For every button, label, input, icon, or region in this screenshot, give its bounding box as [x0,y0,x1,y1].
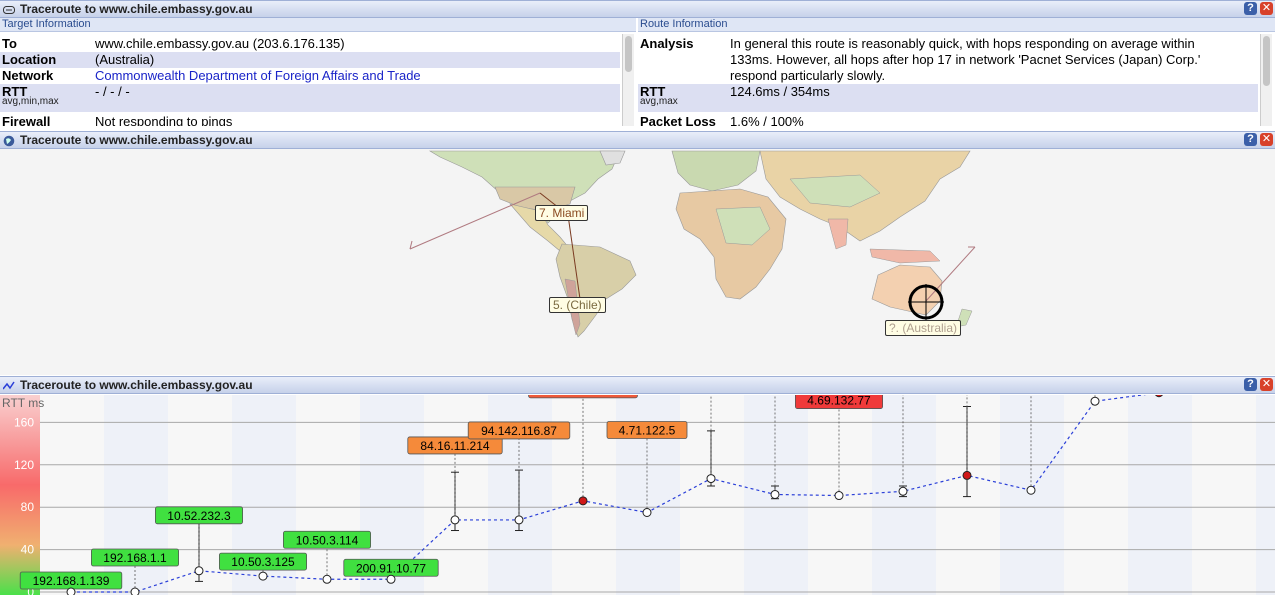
target-row-rtt: RTT avg,min,max - / - / - [0,84,620,112]
hop-point [386,574,396,584]
row-key: Network [2,68,54,83]
world-map[interactable]: 7. Miami 5. (Chile) ?. (Australia) [0,149,1275,375]
route-info-table: Analysis In general this route is reason… [638,34,1275,126]
map-label-chile[interactable]: 5. (Chile) [549,297,606,313]
row-value: 1.6% / 100% [730,114,804,126]
analysis-line: 133ms. However, all hops after hop 17 in… [730,52,1201,67]
hop-label: 192.168.1.139 [33,574,110,588]
close-button[interactable]: ✕ [1260,2,1273,15]
map-panel-title: Traceroute to www.chile.embassy.gov.au [20,133,253,147]
target-info-table: To www.chile.embassy.gov.au (203.6.176.1… [0,34,636,126]
row-value: - / - / - [95,84,130,99]
row-subkey: avg,max [640,96,678,107]
hop-label: 84.16.11.214 [420,439,490,453]
help-button[interactable]: ? [1244,133,1257,146]
hop-label: 192.168.1.1 [103,551,167,565]
hop-label: 94.142.116.87 [481,424,557,438]
hop-point [834,491,844,501]
hop-point [194,566,204,576]
top-panel-titlebar: Traceroute to www.chile.embassy.gov.au ?… [0,0,1275,18]
rtt-chart-svg: RTT ms04080120160200240280192.168.1.1391… [0,219,1275,599]
close-button[interactable]: ✕ [1260,378,1273,391]
rtt-chart[interactable]: RTT ms04080120160200240280192.168.1.1391… [0,219,1275,599]
chart-panel-title: Traceroute to www.chile.embassy.gov.au [20,378,253,392]
route-info-header: Route Information [638,18,1275,32]
hop-point [450,515,460,525]
hop-label: 10.52.232.3 [167,509,231,523]
hop-label: 4.69.132.77 [807,395,871,408]
row-key: Firewall [2,114,51,126]
hop-point [1090,396,1100,406]
target-row-network: Network Commonwealth Department of Forei… [0,68,620,84]
row-key: To [2,36,17,51]
world-map-graphic [409,150,976,338]
help-button[interactable]: ? [1244,2,1257,15]
route-row-rtt: RTT avg,max 124.6ms / 354ms [638,84,1258,112]
y-axis-label: RTT ms [2,396,44,410]
globe-icon [3,134,15,147]
map-label-miami[interactable]: 7. Miami [535,205,589,221]
hop-label: 94.142.126.137 [541,395,625,397]
row-key: Packet Loss [640,114,716,126]
row-value: (Australia) [95,52,155,67]
hop-point [770,489,780,499]
line-chart-icon [2,379,15,391]
hop-point [258,571,268,581]
hop-label: 10.50.3.125 [231,555,295,569]
hop-point [322,574,332,584]
hop-point [66,587,76,597]
close-button[interactable]: ✕ [1260,133,1273,146]
hop-point [130,587,140,597]
help-button[interactable]: ? [1244,378,1257,391]
y-tick-label: 120 [14,458,34,472]
hop-point [898,486,908,496]
map-panel-titlebar: Traceroute to www.chile.embassy.gov.au ?… [0,131,1275,149]
y-tick-label: 40 [21,543,35,557]
hop-point [962,470,972,480]
target-scrollbar[interactable] [622,34,634,126]
analysis-line: In general this route is reasonably quic… [730,36,1195,51]
info-panel-icon [3,3,15,15]
hop-point [706,474,716,484]
row-value: Not responding to pings [95,114,233,126]
y-tick-label: 160 [14,415,34,429]
row-subkey: avg,min,max [2,96,59,107]
y-tick-label: 80 [21,500,35,514]
hop-label: 4.71.122.5 [619,424,676,438]
row-value: www.chile.embassy.gov.au (203.6.176.135) [95,36,345,51]
route-row-analysis: Analysis In general this route is reason… [638,36,1258,84]
row-key: Location [2,52,57,67]
target-row-to: To www.chile.embassy.gov.au (203.6.176.1… [0,36,620,52]
chart-panel-titlebar: Traceroute to www.chile.embassy.gov.au ?… [0,376,1275,394]
row-key: Analysis [640,36,694,51]
map-label-australia[interactable]: ?. (Australia) [885,320,962,336]
hop-point [1026,485,1036,495]
target-row-firewall: Firewall Not responding to pings [0,114,620,126]
analysis-line: respond particularly slowly. [730,68,886,83]
hop-point [514,515,524,525]
top-panel-title: Traceroute to www.chile.embassy.gov.au [20,2,253,16]
route-scrollbar[interactable] [1260,34,1272,126]
target-info-header: Target Information [0,18,636,32]
hop-label: 10.50.3.114 [296,533,359,547]
hop-point [642,508,652,517]
hop-point [578,496,588,506]
hop-label: 200.91.10.77 [356,561,426,575]
route-row-packet-loss: Packet Loss 1.6% / 100% [638,114,1258,126]
row-value: 124.6ms / 354ms [730,84,830,99]
target-row-location: Location (Australia) [0,52,620,68]
network-link[interactable]: Commonwealth Department of Foreign Affai… [95,68,421,83]
